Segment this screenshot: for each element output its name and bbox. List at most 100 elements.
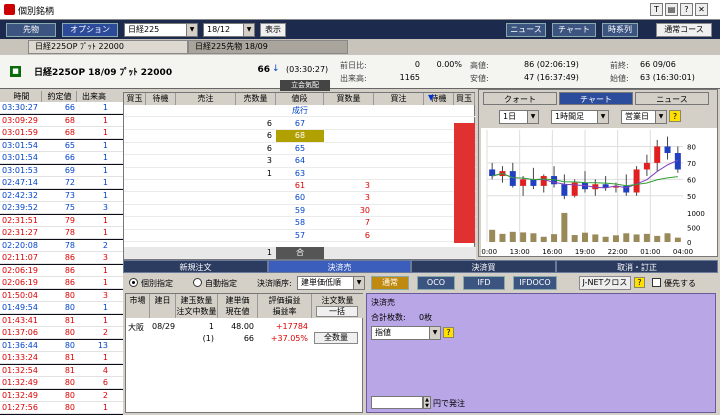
- mode-ifd[interactable]: IFD: [463, 276, 505, 290]
- tick-list[interactable]: 03:30:27 66 1 03:09:29 68 1 03:01:59 68 1 03:01:5…: [0, 90, 123, 415]
- positions-table: 市場 建日 建玉数量 注文中数量 建単価 現在値 評価損益 損益率 注文数量 一…: [125, 293, 363, 413]
- order-book-row[interactable]: 57 6: [124, 230, 476, 242]
- price-level[interactable]: 58: [276, 217, 324, 229]
- tick-price: 80: [64, 328, 75, 337]
- tick-row: 01:43:41 81 1: [0, 314, 123, 327]
- tick-volume: 2: [102, 328, 108, 337]
- volume-bar: [633, 234, 640, 242]
- pos-current: 66: [243, 334, 254, 343]
- tick-row: 02:11:07 86 3: [0, 252, 123, 265]
- period-select[interactable]: 1日 ▼: [499, 110, 539, 124]
- show-button[interactable]: 表示: [260, 23, 286, 37]
- bar-type-select[interactable]: 営業日 ▼: [621, 110, 667, 124]
- pos-col-date: 建日: [150, 294, 176, 318]
- individual-radio[interactable]: [129, 278, 138, 287]
- candle: [520, 179, 527, 186]
- order-book-row[interactable]: 58 7: [124, 217, 476, 230]
- price-level[interactable]: 68: [276, 130, 324, 143]
- price-level[interactable]: 57: [276, 230, 324, 242]
- month-select[interactable]: 18/12 ▼: [203, 23, 255, 37]
- col-sell-order: 売注: [176, 93, 236, 105]
- mode-normal[interactable]: 通常: [371, 276, 409, 290]
- interval-select[interactable]: 1時間足 ▼: [551, 110, 609, 124]
- course-button[interactable]: 通常コース: [656, 23, 712, 37]
- price-level[interactable]: 65: [276, 143, 324, 155]
- col-sell-qty: 売数量: [236, 93, 276, 105]
- tab-settle-buy[interactable]: 決済買: [411, 260, 556, 273]
- volume-value: 1165: [399, 73, 420, 82]
- volume-bar: [520, 232, 527, 242]
- jnet-cross-button[interactable]: J-NETクロス: [579, 276, 631, 290]
- price-spinner-icon[interactable]: ▲ ▼: [423, 396, 431, 409]
- price-type-select[interactable]: 指値 ▼: [371, 326, 441, 340]
- text-size-icon[interactable]: T: [650, 3, 663, 16]
- tab-option-put[interactable]: 日経225OP ﾌﾟｯﾄ 22000: [28, 40, 188, 54]
- buy-qty: 7: [364, 218, 370, 228]
- price-level[interactable]: 59: [276, 205, 324, 217]
- tab-settle-sell[interactable]: 決済売: [268, 260, 411, 273]
- tick-row: 03:01:54 66 1: [0, 152, 123, 165]
- order-book-row[interactable]: 6 67: [124, 118, 476, 131]
- sort-select[interactable]: 建単価低順 ▼: [297, 276, 365, 290]
- chart-help-icon[interactable]: ?: [669, 110, 681, 122]
- tab-news[interactable]: ニュース: [635, 92, 709, 105]
- tab-cancel-modify[interactable]: 取消・訂正: [556, 260, 718, 273]
- order-book-row[interactable]: 59 30: [124, 205, 476, 218]
- close-icon[interactable]: ✕: [695, 3, 708, 16]
- tick-row: 01:50:04 80 3: [0, 289, 123, 302]
- price-level[interactable]: 61: [276, 180, 324, 192]
- total-qty-label: 合計枚数:: [371, 313, 406, 322]
- chart-background: [481, 128, 717, 256]
- x-tick-label: 19:00: [575, 248, 595, 256]
- timeseries-button[interactable]: 時系列: [602, 23, 638, 37]
- price-chart[interactable]: 80 70 60 50 1000 500 0 10:00 13:00 16:00 19:00 22:0…: [481, 128, 717, 256]
- market-order-row[interactable]: 成行: [124, 105, 476, 118]
- order-book-row[interactable]: 61 3: [124, 180, 476, 193]
- all-qty-button[interactable]: 全数量: [314, 332, 358, 344]
- futures-tab[interactable]: 先物: [6, 23, 56, 37]
- jnet-help-icon[interactable]: ?: [634, 277, 645, 288]
- order-book-row[interactable]: 60 3: [124, 192, 476, 205]
- order-book-row[interactable]: 6 65: [124, 143, 476, 156]
- tab-futures[interactable]: 日経225先物 18/09: [188, 40, 348, 54]
- order-book-row[interactable]: 6 68: [124, 130, 476, 143]
- news-button[interactable]: ニュース: [506, 23, 546, 37]
- priority-checkbox[interactable]: [652, 278, 661, 287]
- candle: [643, 162, 650, 170]
- mode-ifdoco[interactable]: IFDOCO: [513, 276, 557, 290]
- change-value: 0: [414, 60, 420, 69]
- price-level[interactable]: 67: [276, 118, 324, 130]
- order-book-row[interactable]: 1 63: [124, 168, 476, 180]
- options-tab[interactable]: オプション: [62, 23, 118, 37]
- price-help-icon[interactable]: ?: [443, 327, 454, 338]
- order-book-row[interactable]: 3 64: [124, 155, 476, 168]
- tick-price: 86: [64, 253, 75, 262]
- volume-bar: [612, 235, 619, 242]
- price-input[interactable]: [371, 396, 423, 409]
- tab-quote[interactable]: クォート: [483, 92, 557, 105]
- tick-time: 02:06:19: [2, 278, 38, 287]
- tick-row: 01:33:24 81 1: [0, 352, 123, 365]
- tick-time: 01:49:54: [2, 303, 38, 312]
- status-badge: ■: [10, 66, 21, 77]
- print-icon[interactable]: ▤: [665, 3, 678, 16]
- help-icon[interactable]: ?: [680, 3, 693, 16]
- high-label: 高値:: [470, 61, 489, 70]
- tick-time: 03:30:27: [2, 103, 38, 112]
- price-level[interactable]: 63: [276, 168, 324, 180]
- tab-chart[interactable]: チャート: [559, 92, 633, 105]
- price-level[interactable]: 60: [276, 192, 324, 204]
- tick-volume: 1: [102, 165, 108, 175]
- x-tick-label: 04:00: [673, 248, 693, 256]
- underlying-select[interactable]: 日経225 ▼: [124, 23, 198, 37]
- volume-bar: [499, 233, 506, 242]
- bulk-button[interactable]: 一括: [316, 306, 358, 317]
- price-level[interactable]: 64: [276, 155, 324, 167]
- chart-button[interactable]: チャート: [552, 23, 596, 37]
- tab-new-order[interactable]: 新規注文: [123, 260, 268, 273]
- tick-time: 01:32:54: [2, 365, 38, 375]
- mode-oco[interactable]: OCO: [417, 276, 455, 290]
- tick-row: 01:32:49 80 2: [0, 389, 123, 402]
- window-title: 個別銘柄: [18, 7, 55, 17]
- auto-radio[interactable]: [193, 278, 202, 287]
